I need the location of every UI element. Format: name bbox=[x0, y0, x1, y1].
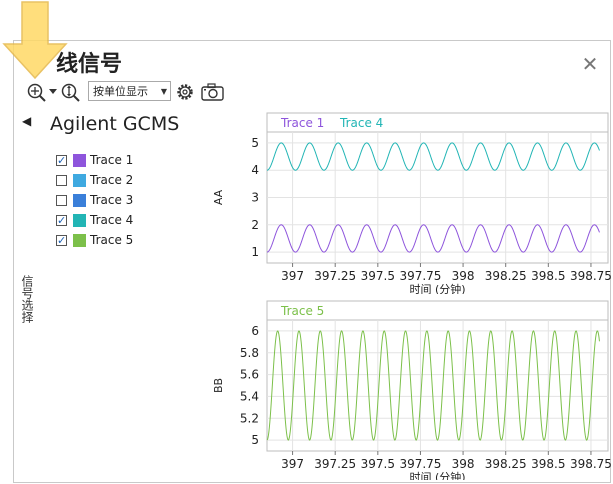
signal-selection-label[interactable]: 信号选择 bbox=[20, 275, 36, 323]
trace-checkbox[interactable]: ✓ bbox=[56, 234, 67, 246]
gear-icon[interactable] bbox=[175, 82, 196, 103]
chart-aa: Trace 1 Trace 4 397 397.25 397.5 397.75 398 398… bbox=[212, 112, 612, 294]
trace-item[interactable]: ✓ Trace 1 bbox=[56, 150, 133, 170]
legend-entry: Trace 5 bbox=[280, 304, 324, 318]
instrument-title: Agilent GCMS bbox=[50, 113, 180, 135]
x-tick-label: 397.75 bbox=[399, 457, 441, 471]
select-arrow-icon: ▼ bbox=[160, 87, 167, 96]
close-icon[interactable]: ✕ bbox=[580, 54, 600, 74]
trace-color-swatch bbox=[73, 193, 86, 207]
x-tick-label: 397.25 bbox=[314, 269, 356, 283]
x-tick-label: 398 bbox=[452, 457, 475, 471]
y-tick-label: 4 bbox=[251, 163, 259, 177]
trace-item[interactable]: ✓ Trace 5 bbox=[56, 230, 133, 250]
y-tick-label: 5.8 bbox=[240, 346, 259, 360]
y-tick-label: 5 bbox=[251, 433, 259, 447]
x-tick-label: 397.25 bbox=[314, 457, 356, 471]
trace-item[interactable]: ✓ Trace 4 bbox=[56, 210, 133, 230]
x-tick-label: 398 bbox=[452, 269, 475, 283]
y-tick-label: 1 bbox=[251, 245, 259, 259]
trace-label: Trace 3 bbox=[90, 193, 134, 207]
x-tick-label: 397 bbox=[281, 269, 304, 283]
y-tick-label: 6 bbox=[251, 324, 259, 338]
x-tick-label: 397.5 bbox=[361, 269, 395, 283]
trace-label: Trace 1 bbox=[90, 153, 134, 167]
trace-item[interactable]: Trace 2 bbox=[56, 170, 133, 190]
trace-label: Trace 4 bbox=[90, 213, 134, 227]
trace-label: Trace 2 bbox=[90, 173, 134, 187]
x-tick-label: 398.25 bbox=[485, 269, 527, 283]
y-tick-label: 5.2 bbox=[240, 411, 259, 425]
x-tick-label: 397.75 bbox=[399, 269, 441, 283]
y-axis-label: BB bbox=[212, 378, 225, 393]
x-tick-label: 398.5 bbox=[531, 457, 565, 471]
x-tick-label: 398.75 bbox=[570, 457, 612, 471]
camera-icon[interactable] bbox=[201, 83, 225, 102]
trace-label: Trace 5 bbox=[90, 233, 134, 247]
zoom-y-icon[interactable] bbox=[59, 82, 81, 104]
x-axis-label: 时间 (分钟) bbox=[409, 470, 465, 480]
trace-checkbox[interactable] bbox=[56, 174, 67, 186]
legend-entry: Trace 1 bbox=[280, 116, 324, 130]
unit-display-value: 按单位显示 bbox=[93, 85, 148, 98]
y-tick-label: 3 bbox=[251, 191, 259, 205]
trace-list: ✓ Trace 1 Trace 2 Trace 3 ✓ Trace 4 ✓ Trace 5 bbox=[56, 150, 133, 250]
y-axis-label: AA bbox=[212, 189, 225, 205]
highlight-arrow-icon bbox=[2, 1, 68, 80]
trace-color-swatch bbox=[73, 153, 86, 167]
x-tick-label: 398.5 bbox=[531, 269, 565, 283]
chart-bb: Trace 5 397 397.25 397.5 397.75 398 398.25 398.… bbox=[212, 300, 612, 480]
y-tick-label: 5.6 bbox=[240, 368, 259, 382]
x-tick-label: 398.25 bbox=[485, 457, 527, 471]
x-tick-label: 398.75 bbox=[570, 269, 612, 283]
trace-color-swatch bbox=[73, 173, 86, 187]
trace-checkbox[interactable]: ✓ bbox=[56, 214, 67, 226]
y-tick-label: 5 bbox=[251, 136, 259, 150]
plot-frame bbox=[266, 112, 609, 264]
plot-frame bbox=[266, 300, 609, 452]
trace-color-swatch bbox=[73, 213, 86, 227]
chevron-down-icon[interactable] bbox=[49, 89, 58, 95]
y-tick-label: 2 bbox=[251, 218, 259, 232]
x-tick-label: 397 bbox=[281, 457, 304, 471]
unit-display-select[interactable]: 按单位显示 ▼ bbox=[88, 81, 171, 101]
trace-item[interactable]: Trace 3 bbox=[56, 190, 133, 210]
trace-checkbox[interactable] bbox=[56, 194, 67, 206]
trace-checkbox[interactable]: ✓ bbox=[56, 154, 67, 166]
zoom-crosshair-icon[interactable] bbox=[26, 82, 48, 104]
x-axis-label: 时间 (分钟) bbox=[409, 282, 465, 294]
trace-color-swatch bbox=[73, 233, 86, 247]
x-tick-label: 397.5 bbox=[361, 457, 395, 471]
legend-entry: Trace 4 bbox=[339, 116, 383, 130]
y-tick-label: 5.4 bbox=[240, 389, 259, 403]
collapse-panel-icon[interactable]: ◀ bbox=[22, 114, 31, 128]
